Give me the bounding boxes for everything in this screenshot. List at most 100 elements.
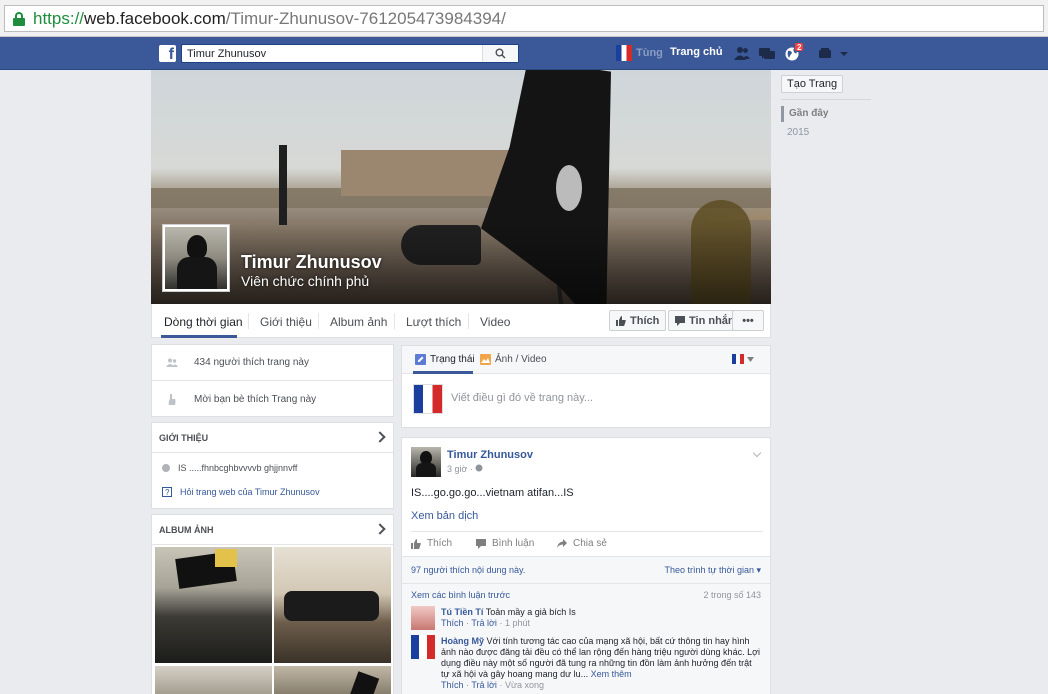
timeline-year-2015[interactable]: 2015 <box>787 127 809 138</box>
post-card: Timur Zhunusov 3 giờ · IS....go.go.go...… <box>401 437 771 694</box>
comment-sort-label: Theo trình tự thời gian <box>664 565 754 575</box>
post-like-label: Thích <box>427 538 453 549</box>
account-menu-caret-icon[interactable] <box>838 45 850 62</box>
post-like-action[interactable]: Thích <box>411 538 452 549</box>
caret-down-icon[interactable] <box>747 357 754 362</box>
search-input[interactable] <box>182 45 482 62</box>
tab-likes[interactable]: Lượt thích <box>406 315 461 329</box>
comment-author[interactable]: Hoàng Mỹ <box>441 636 484 646</box>
comment-time[interactable]: Vừa xong <box>505 680 544 690</box>
intro-card: GIỚI THIỆU IS .....fhnbcghbvvvvb ghjjnnv… <box>151 422 394 509</box>
photo-icon <box>480 354 491 365</box>
home-link[interactable]: Trang chủ <box>670 46 723 58</box>
message-button[interactable]: Tin nhắn <box>668 310 742 331</box>
comment-like-link[interactable]: Thích <box>441 680 464 690</box>
comment-like-link[interactable]: Thích <box>441 618 464 628</box>
view-previous-comments-link[interactable]: Xem các bình luận trước <box>411 590 510 600</box>
post-author-name[interactable]: Timur Zhunusov <box>447 449 533 461</box>
comment-meta: Thích · Trả lời · 1 phút <box>441 618 530 628</box>
profile-name[interactable]: Timur Zhunusov <box>241 252 382 273</box>
profile-nav: Dòng thời gian Giới thiệu Album ảnh Lượt… <box>151 304 771 338</box>
post-author-avatar[interactable] <box>411 447 441 477</box>
active-tab-indicator <box>161 335 237 338</box>
user-avatar[interactable] <box>616 45 632 61</box>
composer-avatar <box>413 384 443 414</box>
url-host: web.facebook.com <box>84 8 226 28</box>
invite-friends-row[interactable]: Mời bạn bè thích Trang này <box>152 381 394 417</box>
profile-picture[interactable] <box>162 224 230 292</box>
post-reactions-bar: 97 người thích nội dung này. Theo trình … <box>402 556 770 584</box>
comment-count: 2 trong số 143 <box>703 590 761 600</box>
album-photo-2[interactable] <box>274 547 391 663</box>
create-page-button[interactable]: Tạo Trang <box>781 75 844 93</box>
post-comment-action[interactable]: Bình luận <box>476 538 534 549</box>
post-likes-summary[interactable]: 97 người thích nội dung này. <box>411 565 525 575</box>
intro-description: IS .....fhnbcghbvvvvb ghjjnnvff <box>162 463 297 473</box>
comment-meta: Thích · Trả lời · Vừa xong <box>441 680 544 690</box>
chevron-right-icon <box>374 523 386 535</box>
search-box[interactable] <box>181 44 519 63</box>
comment-avatar[interactable] <box>411 606 435 630</box>
people-icon <box>166 358 178 367</box>
more-options-button[interactable]: ••• <box>732 310 764 331</box>
share-icon <box>557 538 567 548</box>
comment-icon <box>476 538 486 549</box>
invite-friends-text: Mời bạn bè thích Trang này <box>194 393 317 405</box>
ask-website-link[interactable]: Hỏi trang web của Timur Zhunusov <box>180 487 320 497</box>
chevron-right-icon <box>374 431 386 443</box>
like-page-button[interactable]: Thích <box>609 310 667 331</box>
tab-about[interactable]: Giới thiệu <box>260 315 312 329</box>
comment-see-more-link[interactable]: Xem thêm <box>591 669 632 679</box>
tab-timeline[interactable]: Dòng thời gian <box>164 315 243 329</box>
composer-photo-label: Ảnh / Video <box>495 354 547 365</box>
post-timestamp[interactable]: 3 giờ · <box>447 464 483 474</box>
search-icon <box>495 48 506 59</box>
user-name-link[interactable]: Tùng <box>636 47 663 59</box>
public-globe-icon <box>475 464 483 472</box>
composer-input[interactable]: Viết điều gì đó về trang này... <box>451 392 593 404</box>
search-button[interactable] <box>482 45 518 62</box>
thumbs-up-icon <box>616 315 626 326</box>
facebook-top-bar: f Tùng Trang chủ 2 <box>0 37 1048 70</box>
post-share-action[interactable]: Chia sẻ <box>557 538 607 549</box>
address-bar[interactable]: https://web.facebook.com/Timur-Zhunusov-… <box>4 5 1044 32</box>
post-time-text: 3 giờ <box>447 464 468 474</box>
tab-photos[interactable]: Album ảnh <box>330 315 387 329</box>
intro-header[interactable]: GIỚI THIỆU <box>152 423 393 453</box>
messages-icon[interactable] <box>758 45 776 62</box>
intro-description-text: IS .....fhnbcghbvvvvb ghjjnnvff <box>178 463 298 473</box>
album-photo-3[interactable] <box>155 666 272 694</box>
comment-author[interactable]: Tú Tiền Tí <box>441 607 483 617</box>
facebook-logo-icon[interactable]: f <box>159 45 176 62</box>
album-photo-4[interactable] <box>274 666 391 694</box>
composer-status-label: Trạng thái <box>430 354 475 365</box>
comment-avatar[interactable] <box>411 635 435 659</box>
comment-reply-link[interactable]: Trả lời <box>471 680 497 690</box>
likes-count-row[interactable]: 434 người thích trang này <box>152 345 394 381</box>
composer-photo-tab[interactable]: Ảnh / Video <box>480 354 547 365</box>
comments-section: Xem các bình luận trước 2 trong số 143 T… <box>402 584 770 694</box>
pencil-icon <box>415 354 426 365</box>
comment-time[interactable]: 1 phút <box>505 618 530 628</box>
album-card: ALBUM ẢNH <box>151 514 394 694</box>
like-page-label: Thích <box>630 314 660 327</box>
post-options-chevron-icon[interactable] <box>752 448 762 458</box>
lock-icon <box>13 11 25 26</box>
composer-status-tab[interactable]: Trạng thái <box>415 354 475 365</box>
timeline-year-recent[interactable]: Gần đây <box>781 106 828 122</box>
posting-as-avatar[interactable] <box>732 354 744 364</box>
notification-badge: 2 <box>794 42 805 52</box>
tab-videos[interactable]: Video <box>480 315 510 329</box>
privacy-shortcuts-icon[interactable] <box>816 45 834 62</box>
comment-sort-dropdown[interactable]: Theo trình tự thời gian ▾ <box>664 565 761 576</box>
browser-toolbar: https://web.facebook.com/Timur-Zhunusov-… <box>0 0 1048 37</box>
ask-website-row[interactable]: ? Hỏi trang web của Timur Zhunusov <box>162 487 320 497</box>
friend-requests-icon[interactable] <box>733 45 751 62</box>
album-header[interactable]: ALBUM ẢNH <box>152 515 393 545</box>
post-text: IS....go.go.go...vietnam atifan...IS <box>411 487 574 499</box>
see-translation-link[interactable]: Xem bản dịch <box>411 510 478 522</box>
more-options-label: ••• <box>742 314 754 327</box>
album-photo-1[interactable] <box>155 547 272 663</box>
comment-reply-link[interactable]: Trả lời <box>471 618 497 628</box>
profile-category: Viên chức chính phủ <box>241 273 370 289</box>
